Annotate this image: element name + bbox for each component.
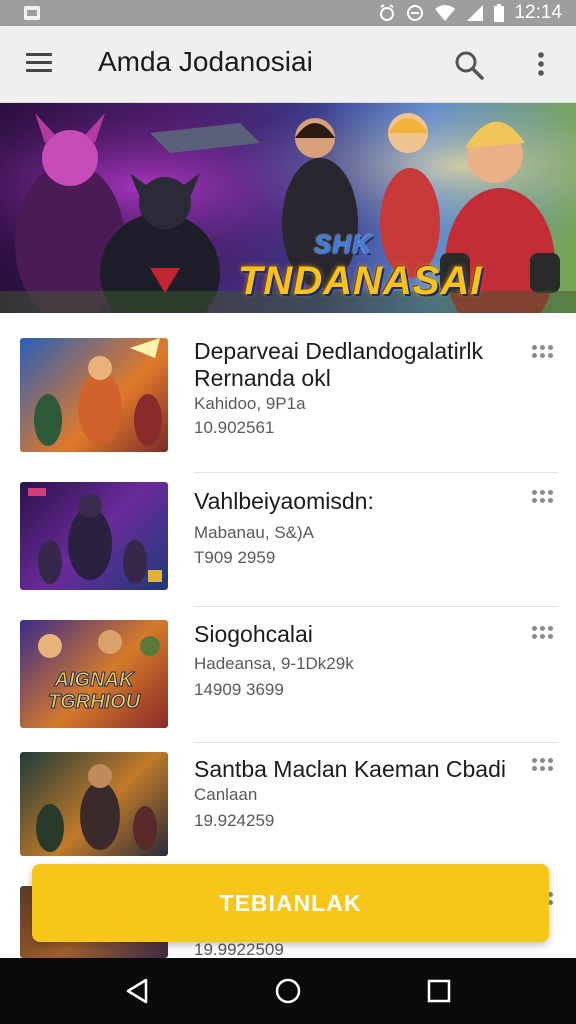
list-item[interactable]: Vahlbeiyaomisdn: Mabanau, S&)A T909 2959 <box>0 474 576 604</box>
item-number: 19.9922509 <box>194 940 284 959</box>
app-bar: Amda Jodanosiai <box>0 26 576 103</box>
item-more-button[interactable] <box>530 626 558 644</box>
list-item[interactable]: Deparveai Dedlandogalatirlk Rernanda okl… <box>0 314 576 469</box>
recents-icon <box>427 979 451 1003</box>
hero-logo-main: TNDANASAI <box>238 259 483 303</box>
page-title: Amda Jodanosiai <box>98 46 313 77</box>
item-title: Deparveai Dedlandogalatirlk <box>194 338 483 364</box>
more-dots-icon <box>532 758 537 763</box>
item-more-button[interactable] <box>530 758 558 776</box>
hero-logo-top: SHK <box>314 229 372 259</box>
item-thumbnail <box>20 482 168 590</box>
item-number: 19.924259 <box>194 811 275 830</box>
alarm-icon <box>380 4 395 21</box>
item-title: Siogohcalai <box>194 621 313 647</box>
item-subtitle: Mabanau, S&)A <box>194 523 315 542</box>
menu-icon <box>26 53 52 56</box>
list-divider <box>194 472 558 473</box>
menu-button[interactable] <box>26 51 52 75</box>
more-dots-icon <box>532 345 537 350</box>
item-title: Vahlbeiyaomisdn: <box>194 488 374 514</box>
search-icon <box>455 51 484 80</box>
primary-action-label: TEBIANLAK <box>219 889 362 916</box>
item-more-button[interactable] <box>530 490 558 508</box>
more-dots-icon <box>532 490 537 495</box>
more-options-button[interactable] <box>528 48 554 82</box>
item-subtitle: Kahidoo, 9P1a <box>194 394 306 413</box>
do-not-disturb-icon <box>407 5 424 21</box>
primary-action-button[interactable]: TEBIANLAK <box>32 864 549 942</box>
status-bar: 12:14 <box>0 0 576 26</box>
back-icon <box>126 978 148 1004</box>
list-item[interactable]: AIGNAK TGRHIOU Siogohcalai Hadeansa, 9-1… <box>0 608 576 740</box>
more-dots-icon <box>532 626 537 631</box>
item-thumbnail: AIGNAK TGRHIOU <box>20 620 168 728</box>
item-number: 10.902561 <box>194 418 275 437</box>
thumb-caption-line2: TGRHIOU <box>48 691 141 713</box>
battery-icon <box>494 4 505 22</box>
thumb-caption-line1: AIGNAK <box>54 669 135 691</box>
list-divider <box>194 742 558 743</box>
item-more-button[interactable] <box>530 345 558 363</box>
list-item[interactable]: Santba Maclan Kaeman Cbadi Canlaan 19.92… <box>0 744 576 874</box>
notification-icon <box>24 6 40 20</box>
hero-logo: SHK TNDANASAI <box>238 229 483 303</box>
home-button[interactable] <box>273 976 303 1006</box>
wifi-icon <box>435 5 456 21</box>
item-number: 14909 3699 <box>194 680 284 699</box>
signal-icon <box>467 5 484 21</box>
home-icon <box>275 978 301 1004</box>
item-number: T909 2959 <box>194 548 276 567</box>
status-time: 12:14 <box>514 2 562 23</box>
item-title-line2: Rernanda okl <box>194 365 331 391</box>
back-button[interactable] <box>122 976 152 1006</box>
item-title: Santba Maclan Kaeman Cbadi <box>194 756 506 782</box>
item-thumbnail <box>20 338 168 452</box>
list-divider <box>194 606 558 607</box>
system-nav-bar <box>0 958 576 1024</box>
hero-banner[interactable]: SHK TNDANASAI <box>0 103 576 313</box>
item-thumbnail <box>20 752 168 856</box>
recents-button[interactable] <box>424 976 454 1006</box>
item-subtitle: Canlaan <box>194 785 258 804</box>
search-button[interactable] <box>452 48 486 82</box>
more-vert-icon <box>538 52 544 76</box>
item-subtitle: Hadeansa, 9-1Dk29k <box>194 654 354 673</box>
